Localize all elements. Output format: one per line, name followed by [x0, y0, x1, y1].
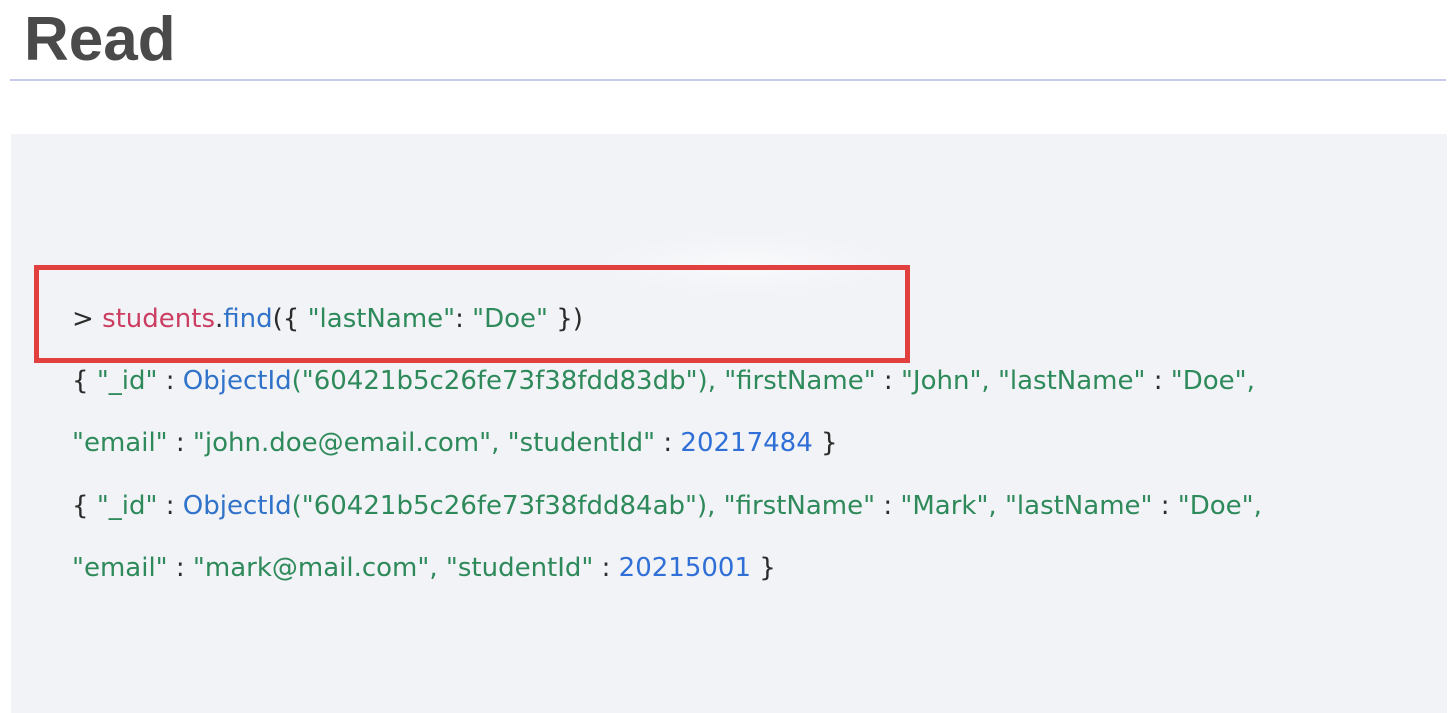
code-panel [11, 134, 1447, 713]
key-separator: : [175, 553, 185, 583]
key-separator: : [1160, 491, 1170, 521]
close-brace-paren: }) [556, 304, 583, 334]
result-document-1-line-1: { "_id" : ObjectId("60421b5c26fe73f38fdd… [72, 363, 1255, 399]
objectid-function: ObjectId [182, 366, 292, 396]
studentid-value: 20215001 [618, 553, 752, 583]
result-document-1-line-2: "email" : "john.doe@email.com", "student… [72, 425, 838, 461]
studentid-key: "studentId" [507, 428, 656, 458]
lastname-value: "Doe", [1170, 366, 1255, 396]
key-separator: : [175, 428, 185, 458]
lastname-key: "lastName" [1004, 491, 1153, 521]
prompt-symbol: > [72, 304, 94, 334]
firstname-value: "Mark", [900, 491, 997, 521]
open-brace: { [72, 491, 89, 521]
method-name: find [223, 304, 273, 334]
open-paren-brace: ({ [272, 304, 300, 334]
email-value: "mark@mail.com", [192, 553, 438, 583]
studentid-key: "studentId" [445, 553, 594, 583]
title-divider [10, 79, 1446, 81]
objectid-value: ("60421b5c26fe73f38fdd83db"), [291, 366, 716, 396]
query-value: "Doe" [472, 304, 548, 334]
id-key: "_id" [96, 491, 158, 521]
email-value: "john.doe@email.com", [192, 428, 500, 458]
key-separator: : [1153, 366, 1163, 396]
key-separator: : [883, 491, 893, 521]
key-separator: : [165, 366, 175, 396]
email-key: "email" [72, 428, 168, 458]
objectid-function: ObjectId [182, 491, 292, 521]
slide-title: Read [24, 5, 176, 74]
lastname-key: "lastName" [997, 366, 1146, 396]
key-separator: : [601, 553, 611, 583]
objectid-value: ("60421b5c26fe73f38fdd84ab"), [291, 491, 716, 521]
query-key: "lastName" [307, 304, 456, 334]
firstname-key: "firstName" [724, 366, 876, 396]
collection-name: students [102, 304, 215, 334]
query-colon: : [455, 304, 464, 334]
key-separator: : [165, 491, 175, 521]
result-document-2-line-2: "email" : "mark@mail.com", "studentId" :… [72, 550, 776, 586]
lastname-value: "Doe", [1177, 491, 1262, 521]
close-brace: } [759, 553, 776, 583]
result-document-2-line-1: { "_id" : ObjectId("60421b5c26fe73f38fdd… [72, 488, 1262, 524]
email-key: "email" [72, 553, 168, 583]
key-separator: : [663, 428, 673, 458]
open-brace: { [72, 366, 89, 396]
key-separator: : [883, 366, 893, 396]
studentid-value: 20217484 [680, 428, 813, 458]
query-command-line: > students.find({ "lastName": "Doe" }) [72, 301, 583, 337]
id-key: "_id" [96, 366, 158, 396]
close-brace: } [821, 428, 838, 458]
firstname-value: "John", [900, 366, 990, 396]
firstname-key: "firstName" [723, 491, 876, 521]
